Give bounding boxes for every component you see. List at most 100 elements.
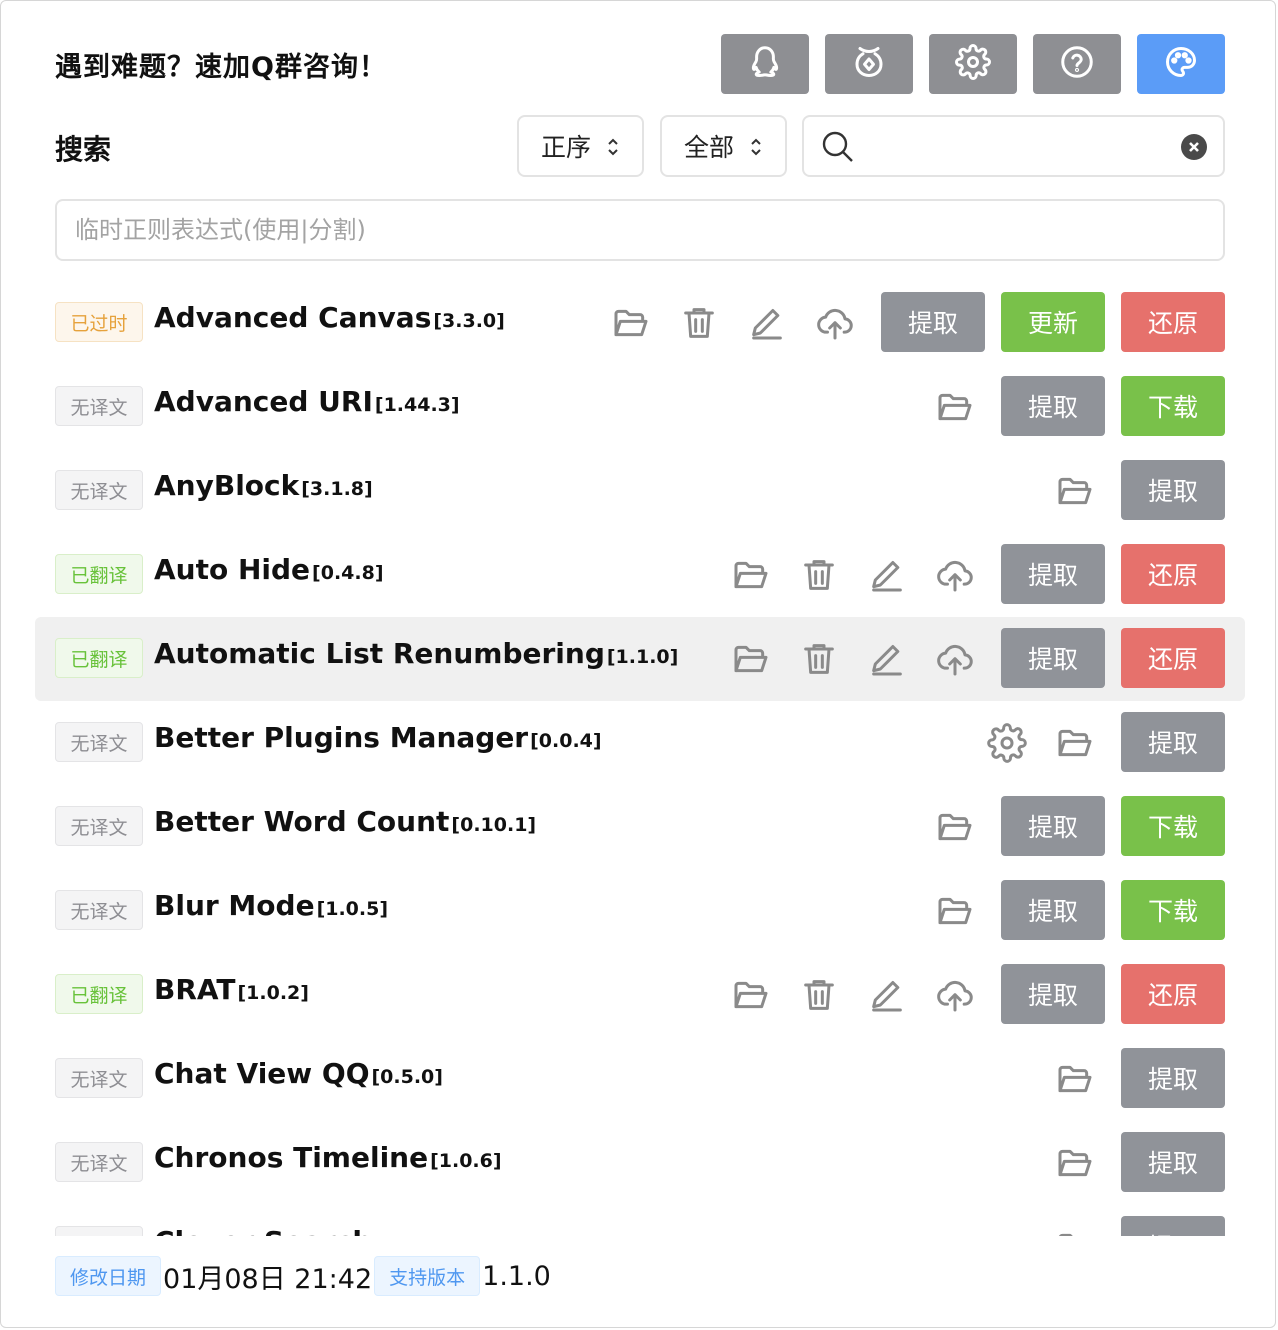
extract-button[interactable]: 提取 (1001, 628, 1105, 688)
plugin-name-text: Chronos Timeline (154, 1141, 429, 1174)
folder-icon[interactable] (1055, 471, 1095, 511)
plugin-name-text: Chat View QQ (154, 1057, 370, 1090)
folder-icon[interactable] (731, 975, 771, 1015)
trash-icon[interactable] (799, 639, 839, 679)
edit-icon[interactable] (747, 303, 787, 343)
translation-status-badge: 无译文 (55, 722, 143, 762)
plugin-name: Chat View QQ [0.5.0] (154, 1057, 443, 1090)
chevron-up-down-icon (748, 135, 764, 157)
translation-status-badge: 已翻译 (55, 638, 143, 678)
trash-icon[interactable] (679, 303, 719, 343)
extract-button[interactable]: 提取 (1001, 796, 1105, 856)
extract-button[interactable]: 提取 (1121, 1216, 1225, 1236)
plugin-name: Automatic List Renumbering [1.1.0] (154, 637, 678, 670)
edit-icon[interactable] (867, 975, 907, 1015)
qq-group-button[interactable] (721, 34, 809, 94)
plugin-name-text: Advanced URI (154, 385, 373, 418)
folder-icon[interactable] (935, 387, 975, 427)
restore-button[interactable]: 还原 (1121, 628, 1225, 688)
filter-select[interactable]: 全部 (660, 115, 787, 177)
theme-button[interactable] (1137, 34, 1225, 94)
translation-status-badge: 已翻译 (55, 974, 143, 1014)
trash-icon[interactable] (799, 555, 839, 595)
plugin-name-text: Better Plugins Manager (154, 721, 529, 754)
plugin-row: 无译文 Advanced URI [1.44.3] 提取 下载 (35, 365, 1245, 449)
extract-button[interactable]: 提取 (1001, 880, 1105, 940)
download-button[interactable]: 下载 (1121, 880, 1225, 940)
extract-button[interactable]: 提取 (1121, 1048, 1225, 1108)
plugin-row: 已翻译 BRAT [1.0.2] 提取 还原 (35, 953, 1245, 1037)
folder-icon[interactable] (611, 303, 651, 343)
footer-info: 修改日期 01月08日 21:42 支持版本 1.1.0 (55, 1255, 553, 1297)
upload-icon[interactable] (935, 975, 975, 1015)
folder-icon[interactable] (935, 891, 975, 931)
folder-icon[interactable] (731, 639, 771, 679)
gear-icon (955, 44, 991, 84)
extract-button[interactable]: 提取 (1121, 1132, 1225, 1192)
extract-button[interactable]: 提取 (1121, 712, 1225, 772)
translation-status-badge: 无译文 (55, 386, 143, 426)
search-input[interactable] (866, 127, 1170, 167)
plugin-translator-panel: 遇到难题？速加Q群咨询！ 搜索 正序 全部 临时正则表达式(使用|分割) 已过时… (0, 0, 1276, 1328)
sort-select[interactable]: 正序 (517, 115, 644, 177)
folder-icon[interactable] (731, 555, 771, 595)
plugin-row: 无译文 Better Plugins Manager [0.0.4] 提取 (35, 701, 1245, 785)
folder-icon[interactable] (1055, 1143, 1095, 1183)
donate-button[interactable] (825, 34, 913, 94)
upload-icon[interactable] (815, 303, 855, 343)
regex-filter-input[interactable] (55, 199, 1225, 261)
edit-icon[interactable] (867, 555, 907, 595)
plugin-name: Better Plugins Manager [0.0.4] (154, 721, 602, 754)
plugin-version: [0.4.8] (312, 562, 384, 584)
plugin-name-text: Better Word Count (154, 805, 450, 838)
extract-button[interactable]: 提取 (1121, 460, 1225, 520)
plugin-version: [1.1.0] (606, 646, 679, 668)
translation-status-badge: 无译文 (55, 470, 143, 510)
supported-version-tag: 支持版本 (374, 1256, 481, 1296)
plugin-name-text: Auto Hide (154, 553, 311, 586)
folder-icon[interactable] (1055, 1059, 1095, 1099)
upload-icon[interactable] (935, 639, 975, 679)
folder-icon[interactable] (1055, 1227, 1095, 1236)
plugin-name: Better Word Count [0.10.1] (154, 805, 536, 838)
extract-button[interactable]: 提取 (881, 292, 985, 352)
plugin-row: 无译文 AnyBlock [3.1.8] 提取 (35, 449, 1245, 533)
folder-icon[interactable] (935, 807, 975, 847)
clear-search-icon[interactable] (1181, 134, 1207, 160)
translation-status-badge: 无译文 (55, 1226, 143, 1236)
plugin-row: 已翻译 Auto Hide [0.4.8] 提取 还原 (35, 533, 1245, 617)
plugin-name: Advanced Canvas [3.3.0] (154, 301, 505, 334)
extract-button[interactable]: 提取 (1001, 964, 1105, 1024)
download-button[interactable]: 下载 (1121, 376, 1225, 436)
help-button[interactable] (1033, 34, 1121, 94)
plugin-name-text: BRAT (154, 973, 236, 1006)
plugin-name: BRAT [1.0.2] (154, 973, 309, 1006)
plugin-name-text: AnyBlock (154, 469, 300, 502)
qq-icon (747, 44, 783, 84)
plugin-name-text: Blur Mode (154, 889, 315, 922)
trash-icon[interactable] (799, 975, 839, 1015)
download-button[interactable]: 下载 (1121, 796, 1225, 856)
extract-button[interactable]: 提取 (1001, 376, 1105, 436)
plugin-version: [3.3.0] (433, 310, 505, 332)
palette-icon (1163, 44, 1199, 84)
plugin-name: Advanced URI [1.44.3] (154, 385, 460, 418)
folder-icon[interactable] (1055, 723, 1095, 763)
extract-button[interactable]: 提取 (1001, 544, 1105, 604)
plugin-name-text: Automatic List Renumbering (154, 637, 605, 670)
update-button[interactable]: 更新 (1001, 292, 1105, 352)
upload-icon[interactable] (935, 555, 975, 595)
plugin-version: [0.10.1] (451, 814, 537, 836)
chevron-up-down-icon (605, 135, 621, 157)
restore-button[interactable]: 还原 (1121, 544, 1225, 604)
restore-button[interactable]: 还原 (1121, 964, 1225, 1024)
plugin-name-text: Advanced Canvas (154, 301, 432, 334)
gear-icon[interactable] (987, 723, 1027, 763)
edit-icon[interactable] (867, 639, 907, 679)
plugin-row: 无译文 Chat View QQ [0.5.0] 提取 (35, 1037, 1245, 1121)
plugin-name: AnyBlock [3.1.8] (154, 469, 373, 502)
restore-button[interactable]: 还原 (1121, 292, 1225, 352)
settings-button[interactable] (929, 34, 1017, 94)
plugin-name-text: Clever Search (154, 1225, 372, 1236)
coin-bag-icon (851, 44, 887, 84)
